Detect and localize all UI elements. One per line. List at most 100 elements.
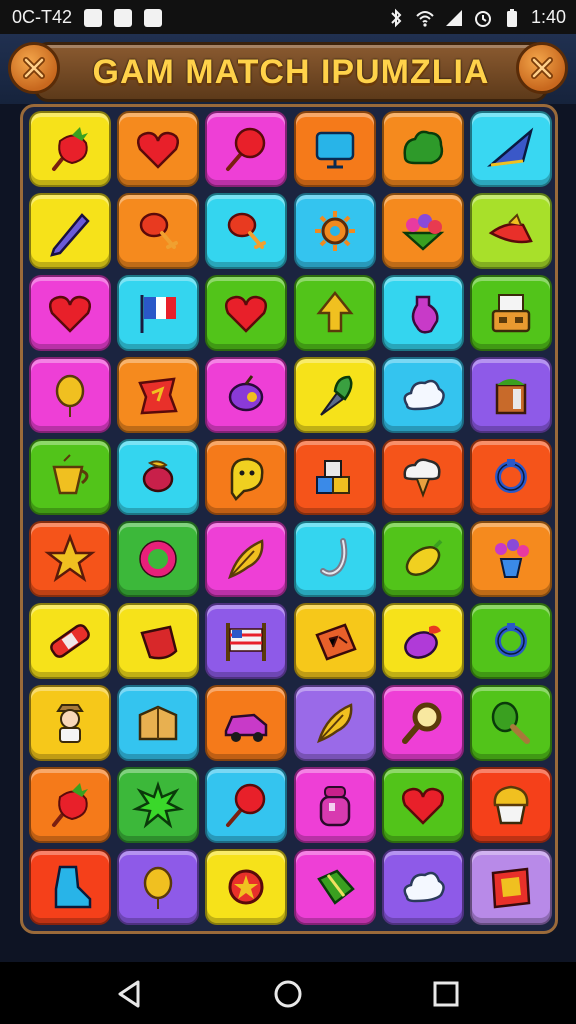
tile[interactable] — [293, 193, 376, 269]
back-icon[interactable] — [112, 976, 148, 1012]
game-title: GAM MATCH IPUMZLIA — [92, 52, 490, 91]
screen-icon — [315, 131, 354, 169]
tile[interactable] — [470, 275, 552, 351]
tile[interactable] — [205, 439, 288, 515]
right-close-button[interactable] — [516, 42, 568, 94]
bandage-icon — [50, 624, 90, 658]
home-icon[interactable] — [270, 976, 306, 1012]
car-icon — [225, 713, 268, 742]
bouquet-icon — [495, 539, 529, 578]
tile[interactable] — [205, 193, 288, 269]
tile[interactable] — [205, 275, 288, 351]
status-bar: 0C-T42 1:40 — [0, 0, 576, 34]
recents-icon[interactable] — [428, 976, 464, 1012]
crate-icon — [495, 379, 527, 415]
tile[interactable] — [29, 275, 111, 351]
gift-icon — [316, 869, 355, 905]
feather-icon — [228, 539, 264, 580]
left-close-button[interactable] — [8, 42, 60, 94]
tile[interactable] — [29, 603, 111, 679]
tile[interactable] — [293, 767, 376, 843]
alarm-icon — [474, 10, 491, 27]
tile[interactable] — [205, 849, 288, 925]
tile[interactable] — [205, 111, 288, 187]
tile[interactable] — [381, 111, 464, 187]
tile[interactable] — [293, 357, 376, 433]
tile[interactable] — [381, 767, 464, 843]
bluetooth-icon — [391, 8, 402, 27]
tile[interactable] — [381, 849, 464, 925]
arrow-icon — [315, 290, 354, 333]
tile[interactable] — [117, 193, 200, 269]
magnifier-icon — [401, 702, 442, 744]
tile[interactable] — [29, 193, 111, 269]
tile[interactable] — [293, 439, 376, 515]
tile[interactable] — [381, 685, 464, 761]
battery-icon — [506, 8, 517, 27]
signal-icon — [445, 9, 462, 26]
tile[interactable] — [470, 521, 552, 597]
tile[interactable] — [117, 521, 200, 597]
status-time-left: 0C-T42 — [12, 7, 73, 27]
tile[interactable] — [29, 849, 111, 925]
tile[interactable] — [470, 193, 552, 269]
tile[interactable] — [293, 603, 376, 679]
close-icon — [531, 57, 553, 79]
tile[interactable] — [205, 603, 288, 679]
blocks-icon — [315, 460, 350, 494]
tile[interactable] — [470, 767, 552, 843]
tile[interactable] — [470, 685, 552, 761]
tile[interactable] — [117, 849, 200, 925]
tile[interactable] — [381, 603, 464, 679]
tile[interactable] — [470, 357, 552, 433]
tile[interactable] — [29, 767, 111, 843]
splat-icon — [132, 781, 185, 829]
tile[interactable] — [117, 439, 200, 515]
tile[interactable] — [470, 111, 552, 187]
tile[interactable] — [381, 357, 464, 433]
tile[interactable] — [117, 685, 200, 761]
tile[interactable] — [29, 357, 111, 433]
tile[interactable] — [205, 685, 288, 761]
hook-icon — [319, 538, 347, 577]
shield-icon — [114, 8, 133, 27]
tile[interactable] — [29, 685, 111, 761]
bottle-icon — [411, 295, 439, 334]
tile[interactable] — [293, 685, 376, 761]
tile[interactable] — [117, 357, 200, 433]
tile[interactable] — [470, 439, 552, 515]
tile[interactable] — [381, 193, 464, 269]
bush-icon — [403, 130, 443, 165]
heart-icon — [225, 295, 268, 333]
register-icon — [491, 294, 531, 333]
tile[interactable] — [293, 275, 376, 351]
tile[interactable] — [29, 439, 111, 515]
tile[interactable] — [117, 603, 200, 679]
tile[interactable] — [29, 111, 111, 187]
tile[interactable] — [381, 439, 464, 515]
star-icon — [44, 533, 96, 583]
image-icon — [144, 8, 163, 27]
tile[interactable] — [117, 111, 200, 187]
tile[interactable] — [470, 849, 552, 925]
tile[interactable] — [293, 849, 376, 925]
cup-icon — [52, 454, 89, 495]
tile[interactable] — [293, 521, 376, 597]
heart-icon — [401, 787, 444, 825]
tile[interactable] — [205, 357, 288, 433]
tile[interactable] — [381, 521, 464, 597]
tile[interactable] — [381, 275, 464, 351]
tile[interactable] — [205, 767, 288, 843]
box-icon — [138, 705, 178, 741]
heart-icon — [49, 295, 91, 333]
gear-icon — [314, 211, 355, 251]
map-icon — [491, 867, 531, 909]
tile[interactable] — [117, 767, 200, 843]
tile[interactable] — [117, 275, 200, 351]
ring-icon — [495, 623, 527, 657]
notification-icon — [84, 8, 103, 27]
tile[interactable] — [293, 111, 376, 187]
tile[interactable] — [470, 603, 552, 679]
tile[interactable] — [205, 521, 288, 597]
tile[interactable] — [29, 521, 111, 597]
